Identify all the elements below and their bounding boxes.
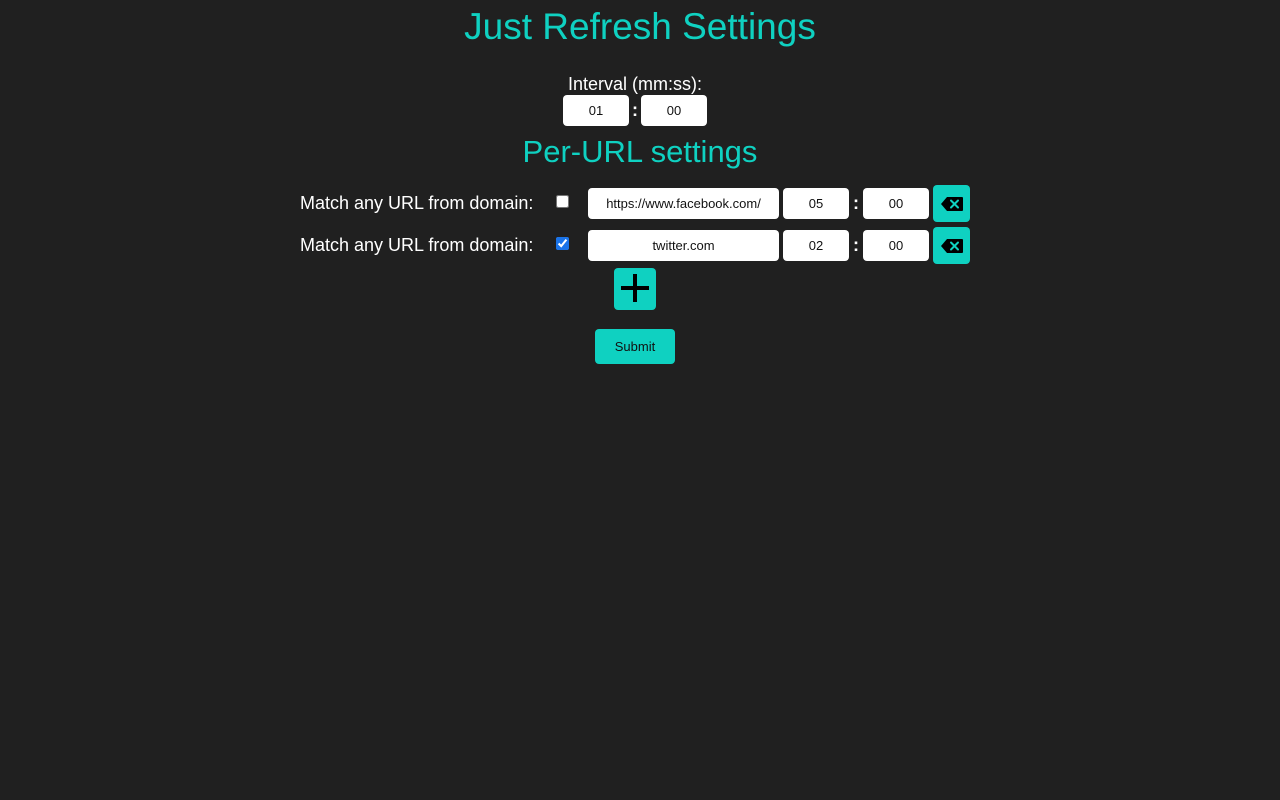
plus-icon: [621, 273, 649, 305]
match-domain-checkbox[interactable]: [556, 237, 569, 250]
url-time-separator: :: [853, 193, 859, 213]
url-input[interactable]: [588, 230, 779, 261]
interval-separator: :: [632, 100, 638, 120]
settings-page: Just Refresh Settings Interval (mm:ss): …: [0, 0, 1280, 800]
match-domain-checkbox[interactable]: [556, 195, 569, 208]
url-minutes-input[interactable]: [783, 230, 849, 261]
backspace-icon: [940, 196, 963, 211]
submit-button[interactable]: Submit: [595, 329, 675, 364]
delete-row-button[interactable]: [933, 227, 970, 264]
url-minutes-input[interactable]: [783, 188, 849, 219]
interval-seconds-input[interactable]: [641, 95, 707, 126]
match-domain-label: Match any URL from domain:: [300, 193, 534, 213]
delete-row-button[interactable]: [933, 185, 970, 222]
match-domain-label: Match any URL from domain:: [300, 235, 534, 255]
url-seconds-input[interactable]: [863, 188, 929, 219]
url-time-separator: :: [853, 235, 859, 255]
backspace-icon: [940, 238, 963, 253]
add-url-button[interactable]: [614, 268, 656, 310]
interval-label: Interval (mm:ss):: [567, 74, 702, 94]
page-title: Just Refresh Settings: [464, 6, 816, 47]
interval-minutes-input[interactable]: [563, 95, 629, 126]
per-url-title: Per-URL settings: [522, 134, 758, 169]
url-seconds-input[interactable]: [863, 230, 929, 261]
url-input[interactable]: [588, 188, 779, 219]
